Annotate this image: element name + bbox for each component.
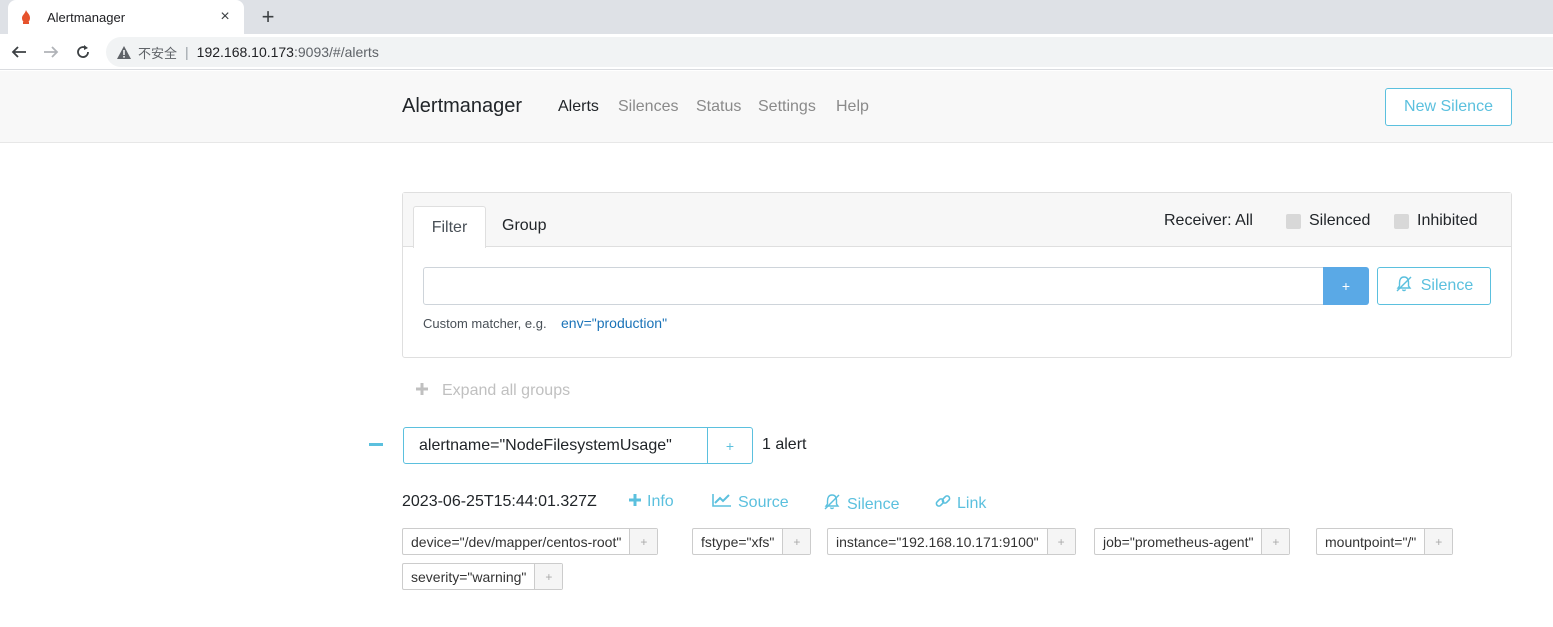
- nav-alerts[interactable]: Alerts: [558, 98, 599, 116]
- label-mountpoint-text[interactable]: mountpoint="/": [1317, 529, 1426, 554]
- forward-arrow-icon[interactable]: [39, 40, 63, 64]
- label-add-button[interactable]: +: [1262, 529, 1290, 554]
- app-navbar: Alertmanager Alerts Silences Status Sett…: [0, 71, 1553, 143]
- inhibited-checkbox[interactable]: [1394, 214, 1409, 229]
- label-add-button[interactable]: +: [1047, 529, 1075, 554]
- group-label-alertname[interactable]: alertname="NodeFilesystemUsage": [403, 427, 708, 464]
- silenced-label[interactable]: Silenced: [1309, 212, 1370, 230]
- nav-status[interactable]: Status: [696, 98, 741, 116]
- browser-tab[interactable]: Alertmanager ×: [8, 0, 244, 34]
- label-instance-text[interactable]: instance="192.168.10.171:9100": [828, 529, 1048, 554]
- alert-link-button[interactable]: Link: [935, 493, 986, 514]
- alertmanager-favicon-icon: [18, 9, 34, 25]
- alert-info-label: Info: [647, 493, 674, 510]
- url-host: 192.168.10.173: [196, 44, 294, 60]
- label-mountpoint[interactable]: mountpoint="/" +: [1316, 528, 1454, 555]
- plus-icon: [629, 493, 641, 511]
- alert-link-label: Link: [957, 494, 987, 512]
- label-severity-text[interactable]: severity="warning": [403, 564, 536, 589]
- browser-tabstrip: Alertmanager × +: [0, 0, 1553, 34]
- new-tab-button[interactable]: +: [256, 4, 280, 30]
- receiver-select[interactable]: Receiver: All: [1164, 212, 1253, 230]
- group-add-filter-button[interactable]: +: [707, 427, 753, 464]
- nav-help[interactable]: Help: [836, 98, 869, 116]
- filter-card: Filter Group Receiver: All Silenced Inhi…: [402, 192, 1512, 358]
- back-arrow-icon[interactable]: [7, 40, 31, 64]
- expand-all-groups-button[interactable]: Expand all groups: [416, 382, 570, 400]
- label-fstype-text[interactable]: fstype="xfs": [693, 529, 784, 554]
- alert-start-time: 2023-06-25T15:44:01.327Z: [402, 493, 597, 510]
- nav-silences[interactable]: Silences: [618, 98, 678, 116]
- matcher-example-link[interactable]: env="production": [561, 315, 667, 331]
- custom-matcher-hint: Custom matcher, e.g.: [423, 316, 547, 331]
- add-matcher-button[interactable]: +: [1323, 267, 1369, 305]
- label-add-button[interactable]: +: [1425, 529, 1453, 554]
- silence-filter-button[interactable]: Silence: [1377, 267, 1491, 305]
- label-add-button[interactable]: +: [783, 529, 811, 554]
- warning-icon[interactable]: [116, 44, 132, 60]
- plus-icon: [416, 382, 428, 400]
- alert-source-label: Source: [738, 493, 789, 511]
- browser-toolbar: 不安全 | 192.168.10.173 :9093/#/alerts: [0, 34, 1553, 70]
- brand-logo-text[interactable]: Alertmanager: [402, 95, 522, 118]
- label-instance[interactable]: instance="192.168.10.171:9100" +: [827, 528, 1076, 555]
- address-separator: |: [185, 44, 189, 60]
- alert-info-button[interactable]: Info: [629, 493, 674, 511]
- nav-settings[interactable]: Settings: [758, 98, 816, 116]
- line-chart-icon: [712, 493, 732, 512]
- alert-silence-button[interactable]: Silence: [823, 493, 899, 516]
- label-device-text[interactable]: device="/dev/mapper/centos-root": [403, 529, 631, 554]
- new-silence-button[interactable]: New Silence: [1385, 88, 1512, 126]
- collapse-group-icon[interactable]: [369, 443, 383, 446]
- label-add-button[interactable]: +: [630, 529, 658, 554]
- label-severity[interactable]: severity="warning" +: [402, 563, 564, 590]
- label-job[interactable]: job="prometheus-agent" +: [1094, 528, 1291, 555]
- link-icon: [935, 493, 951, 514]
- filter-card-header: Filter Group Receiver: All Silenced Inhi…: [403, 193, 1511, 248]
- label-fstype[interactable]: fstype="xfs" +: [692, 528, 812, 555]
- expand-all-label: Expand all groups: [442, 382, 571, 399]
- insecure-label: 不安全: [138, 45, 178, 61]
- alert-source-button[interactable]: Source: [712, 493, 789, 512]
- url-path: :9093/#/alerts: [293, 44, 379, 60]
- alert-silence-label: Silence: [847, 495, 900, 513]
- bell-slash-icon: [1395, 275, 1413, 298]
- reload-icon[interactable]: [71, 40, 95, 64]
- tab-close-icon[interactable]: ×: [216, 8, 234, 26]
- silenced-checkbox[interactable]: [1286, 214, 1301, 229]
- silence-filter-label: Silence: [1420, 277, 1474, 294]
- bell-slash-icon: [823, 493, 841, 516]
- inhibited-label[interactable]: Inhibited: [1417, 212, 1478, 230]
- label-device[interactable]: device="/dev/mapper/centos-root" +: [402, 528, 659, 555]
- tab-title: Alertmanager: [47, 9, 126, 25]
- label-job-text[interactable]: job="prometheus-agent": [1095, 529, 1263, 554]
- label-add-button[interactable]: +: [535, 564, 563, 589]
- address-bar[interactable]: 不安全 | 192.168.10.173 :9093/#/alerts: [106, 37, 1553, 67]
- tab-group[interactable]: Group: [502, 217, 546, 235]
- alert-count: 1 alert: [762, 436, 807, 453]
- tab-filter[interactable]: Filter: [413, 206, 486, 248]
- filter-input[interactable]: [423, 267, 1325, 305]
